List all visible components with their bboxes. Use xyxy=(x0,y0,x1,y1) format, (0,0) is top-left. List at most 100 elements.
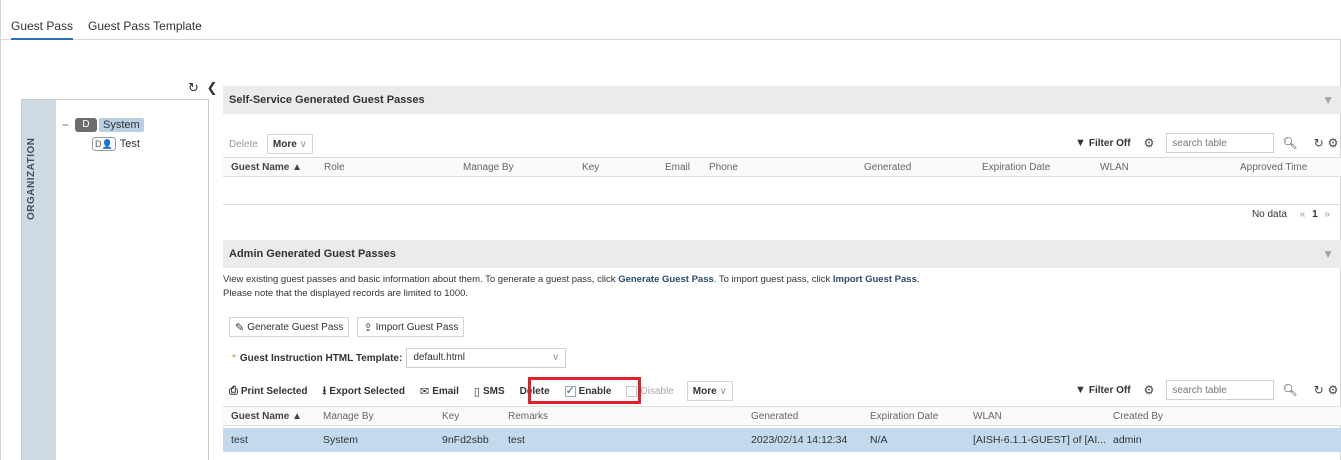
enable-button[interactable]: Enable xyxy=(558,381,618,401)
template-select[interactable]: default.html ∨ xyxy=(406,348,567,368)
no-data-text: No data xyxy=(1251,209,1287,220)
column-header[interactable]: Expiration Date xyxy=(870,411,938,422)
filter-icon: ▼ xyxy=(1075,137,1086,149)
empty-table-row xyxy=(223,181,1341,205)
download-icon: ⭳ xyxy=(322,384,327,397)
admin-action-buttons: ✎ Generate Guest Pass ⇪ Import Guest Pass xyxy=(229,316,467,338)
self-service-right-tools: ▼Filter Off ⚙ 🔍︎ ↻ ⚙ xyxy=(1069,133,1341,153)
admin-description: View existing guest passes and basic inf… xyxy=(223,274,920,285)
admin-right-tools: ▼Filter Off ⚙ 🔍︎ ↻ ⚙ xyxy=(1069,380,1341,400)
chevron-down-icon: ∨ xyxy=(552,352,560,363)
column-header[interactable]: Phone xyxy=(709,162,738,173)
cell-wlan: [AISH-6.1.1-GUEST] of [AI... xyxy=(973,434,1107,446)
collapse-icon[interactable]: − xyxy=(62,118,69,132)
print-selected-button[interactable]: ⎙ Print Selected xyxy=(223,381,314,401)
column-header[interactable]: WLAN xyxy=(1100,162,1129,173)
prev-page-link[interactable]: « xyxy=(1300,209,1306,220)
search-icon[interactable]: 🔍︎ xyxy=(1282,136,1297,150)
cell-manage-by: System xyxy=(323,434,359,446)
import-guest-pass-link[interactable]: Import Guest Pass xyxy=(833,274,917,285)
app-frame: Guest Pass Guest Pass Template ↻ ❮ ORGAN… xyxy=(0,0,1341,460)
tree-node-label: System xyxy=(99,118,144,132)
search-input[interactable] xyxy=(1166,380,1275,400)
filter-icon: ▼ xyxy=(1075,384,1086,396)
generate-guest-pass-button[interactable]: ✎ Generate Guest Pass xyxy=(229,317,350,337)
tree-node-system[interactable]: − D System xyxy=(62,118,144,132)
column-header[interactable]: Expiration Date xyxy=(982,162,1050,173)
cell-expiration: N/A xyxy=(870,434,888,446)
checked-checkbox-icon xyxy=(564,384,576,397)
gear-icon[interactable]: ⚙ xyxy=(1328,383,1339,397)
cell-created-by: admin xyxy=(1113,434,1142,446)
cell-key: 9nFd2sbb xyxy=(442,434,489,446)
column-header[interactable]: Approved Time xyxy=(1240,162,1307,173)
column-header[interactable]: Created By xyxy=(1113,411,1163,422)
self-service-toolbar: Delete More ∨ xyxy=(223,133,316,155)
gear-icon[interactable]: ⚙ xyxy=(1328,136,1339,150)
page-number[interactable]: 1 xyxy=(1312,209,1318,220)
collapse-left-icon[interactable]: ❮ xyxy=(207,80,218,95)
cell-guest-name: test xyxy=(231,434,248,446)
search-input[interactable] xyxy=(1166,133,1275,153)
organization-label: ORGANIZATION xyxy=(26,137,37,220)
collapse-triangle-icon[interactable]: ▼ xyxy=(1322,86,1334,114)
section-title: Self-Service Generated Guest Passes xyxy=(229,94,425,106)
refresh-icon[interactable]: ↻ xyxy=(1314,136,1324,150)
column-header[interactable]: Manage By xyxy=(323,411,374,422)
unchecked-checkbox-icon xyxy=(626,385,638,397)
template-label: Guest Instruction HTML Template: xyxy=(239,352,403,364)
column-header[interactable]: Remarks xyxy=(508,411,548,422)
refresh-icon[interactable]: ↻ xyxy=(1314,383,1324,397)
tab-guest-pass[interactable]: Guest Pass xyxy=(11,19,74,40)
more-button[interactable]: More ∨ xyxy=(686,381,733,401)
import-guest-pass-button[interactable]: ⇪ Import Guest Pass xyxy=(357,317,465,337)
sms-button[interactable]: ▯ SMS xyxy=(467,381,511,401)
delete-button[interactable]: Delete xyxy=(513,381,556,401)
collapse-triangle-icon[interactable]: ▼ xyxy=(1322,240,1334,268)
table-row[interactable]: test System 9nFd2sbb test 2023/02/14 14:… xyxy=(223,428,1341,452)
search-icon[interactable]: 🔍︎ xyxy=(1282,383,1297,397)
delete-button[interactable]: Delete xyxy=(223,134,264,154)
admin-section-header[interactable]: Admin Generated Guest Passes ▼ xyxy=(223,240,1341,268)
column-header[interactable]: Manage By xyxy=(463,162,514,173)
cell-remarks: test xyxy=(508,434,525,446)
column-header[interactable]: WLAN xyxy=(973,411,1002,422)
more-button[interactable]: More ∨ xyxy=(266,134,313,154)
organization-tree: ORGANIZATION − D System D👤 Test xyxy=(21,99,209,460)
refresh-icon[interactable]: ↻ xyxy=(188,80,199,95)
required-marker: * xyxy=(232,352,236,364)
self-service-table-header: Guest Name ▲ Role Manage By Key Email Ph… xyxy=(223,157,1341,177)
cell-generated: 2023/02/14 14:12:34 xyxy=(751,434,848,446)
column-header[interactable]: Key xyxy=(582,162,599,173)
self-service-section-header[interactable]: Self-Service Generated Guest Passes ▼ xyxy=(223,86,1341,114)
column-header[interactable]: Guest Name ▲ xyxy=(231,162,302,173)
edit-icon: ✎ xyxy=(235,321,245,334)
column-header[interactable]: Guest Name ▲ xyxy=(231,411,302,422)
column-header[interactable]: Email xyxy=(665,162,690,173)
export-selected-button[interactable]: ⭳ Export Selected xyxy=(316,381,411,401)
settings-gear-icon[interactable]: ⚙ xyxy=(1144,136,1155,150)
admin-table-header: Guest Name ▲ Manage By Key Remarks Gener… xyxy=(223,406,1341,426)
section-title: Admin Generated Guest Passes xyxy=(229,248,396,260)
column-header[interactable]: Generated xyxy=(751,411,798,422)
tab-bar: Guest Pass Guest Pass Template xyxy=(1,0,1341,40)
tab-guest-pass-template[interactable]: Guest Pass Template xyxy=(88,19,202,33)
admin-toolbar: ⎙ Print Selected ⭳ Export Selected ✉ Email … xyxy=(223,380,736,402)
chevron-down-icon: ∨ xyxy=(719,385,727,397)
domain-user-badge: D👤 xyxy=(92,137,116,151)
generate-guest-pass-link[interactable]: Generate Guest Pass xyxy=(618,274,714,285)
tree-node-test[interactable]: D👤 Test xyxy=(92,137,140,151)
settings-gear-icon[interactable]: ⚙ xyxy=(1144,383,1155,397)
next-page-link[interactable]: » xyxy=(1324,209,1330,220)
column-header[interactable]: Key xyxy=(442,411,459,422)
column-header[interactable]: Generated xyxy=(864,162,911,173)
template-field-row: * Guest Instruction HTML Template: defau… xyxy=(232,348,567,368)
email-button[interactable]: ✉ Email xyxy=(413,381,465,401)
filter-button[interactable]: ▼ Filter Off xyxy=(1069,133,1137,153)
filter-button[interactable]: ▼ Filter Off xyxy=(1069,380,1137,400)
organization-strip: ORGANIZATION xyxy=(22,100,56,460)
column-header[interactable]: Role xyxy=(324,162,345,173)
pager: No data « 1 » xyxy=(1252,209,1334,220)
upload-icon: ⇪ xyxy=(363,321,373,334)
disable-button[interactable]: Disable xyxy=(620,381,680,401)
